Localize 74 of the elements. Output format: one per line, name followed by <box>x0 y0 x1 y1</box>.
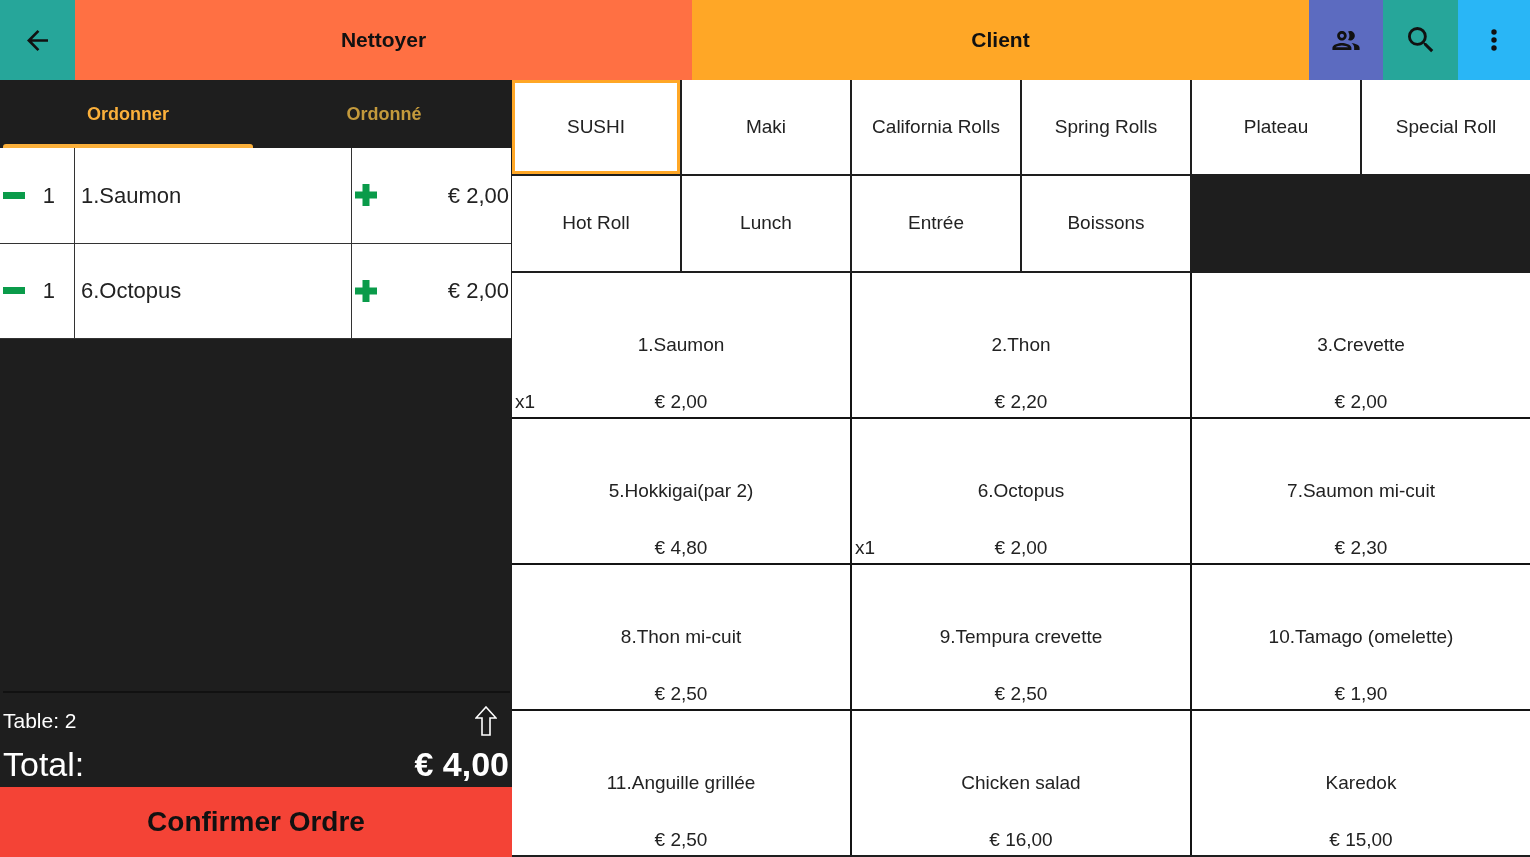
item-name: 6.Octopus <box>81 277 182 306</box>
back-arrow-icon <box>27 29 48 51</box>
product-price: € 2,00 <box>654 389 708 414</box>
customers-button[interactable] <box>1309 0 1383 80</box>
product-tile[interactable]: Karedok € 15,00 <box>1192 711 1530 855</box>
category-button[interactable]: Entrée <box>852 176 1020 271</box>
product-price: € 2,50 <box>654 681 708 706</box>
product-tile[interactable]: 5.Hokkigai(par 2) € 4,80 <box>512 419 850 563</box>
order-tab[interactable]: Ordonné <box>256 80 512 148</box>
plus-icon[interactable] <box>355 184 377 207</box>
minus-icon[interactable] <box>3 287 25 295</box>
minus-icon[interactable] <box>3 191 25 199</box>
product-tile[interactable]: 6.Octopus x1 € 2,00 <box>852 419 1190 563</box>
search-icon <box>1407 27 1434 53</box>
table-number: Table: 2 <box>3 708 77 735</box>
category-button[interactable]: SUSHI <box>512 80 680 174</box>
product-name: 10.Tamago (omelette) <box>1268 624 1454 649</box>
plus-icon[interactable] <box>355 279 377 302</box>
category-button[interactable]: Plateau <box>1192 80 1360 174</box>
product-price: € 2,30 <box>1334 535 1388 560</box>
product-tile[interactable]: 8.Thon mi-cuit € 2,50 <box>512 565 850 709</box>
category-button[interactable]: Spring Rolls <box>1022 80 1190 174</box>
product-price: € 2,20 <box>994 389 1048 414</box>
up-arrow-icon[interactable] <box>475 706 497 736</box>
product-name: 8.Thon mi-cuit <box>620 624 742 649</box>
category-button[interactable]: Lunch <box>682 176 850 271</box>
product-tile[interactable]: 7.Saumon mi-cuit € 2,30 <box>1192 419 1530 563</box>
product-name: 6.Octopus <box>977 478 1065 503</box>
product-tile[interactable]: 3.Crevette € 2,00 <box>1192 273 1530 417</box>
product-tile[interactable]: 9.Tempura crevette € 2,50 <box>852 565 1190 709</box>
category-button[interactable]: Hot Roll <box>512 176 680 271</box>
total-label: Total: <box>3 743 85 785</box>
product-name: 2.Thon <box>991 332 1051 357</box>
product-name: 9.Tempura crevette <box>939 624 1103 649</box>
product-price: € 1,90 <box>1334 681 1388 706</box>
confirm-order-button[interactable]: Confirmer Ordre <box>0 787 512 857</box>
quantity-text: 1 <box>42 181 55 210</box>
product-name: Karedok <box>1325 770 1397 795</box>
search-button[interactable] <box>1383 0 1458 80</box>
product-tile[interactable]: 10.Tamago (omelette) € 1,90 <box>1192 565 1530 709</box>
product-price: € 2,00 <box>994 535 1048 560</box>
ordered-count: x1 <box>854 535 876 560</box>
category-button[interactable]: Special Roll <box>1362 80 1530 174</box>
more-options-icon <box>1491 29 1497 51</box>
back-button[interactable] <box>0 0 75 80</box>
product-price: € 15,00 <box>1329 827 1393 852</box>
item-name: 1.Saumon <box>81 181 182 210</box>
total-amount: € 4,00 <box>414 743 509 785</box>
category-button[interactable]: Boissons <box>1022 176 1190 271</box>
product-tile[interactable]: 1.Saumon x1 € 2,00 <box>512 273 850 417</box>
product-price: € 2,00 <box>1334 389 1388 414</box>
product-name: 7.Saumon mi-cuit <box>1287 478 1435 503</box>
people-icon <box>1331 30 1361 50</box>
product-tile[interactable]: Chicken salad € 16,00 <box>852 711 1190 855</box>
category-button[interactable]: California Rolls <box>852 80 1020 174</box>
order-tab[interactable]: Ordonner <box>0 80 256 148</box>
product-name: 11.Anguille grillée <box>606 770 756 795</box>
client-button[interactable]: Client <box>692 0 1309 80</box>
quantity-text: 1 <box>42 277 55 306</box>
category-button[interactable]: Maki <box>682 80 850 174</box>
clear-button[interactable]: Nettoyer <box>75 0 692 80</box>
product-tile[interactable]: 11.Anguille grillée € 2,50 <box>512 711 850 855</box>
product-price: € 16,00 <box>989 827 1053 852</box>
product-price: € 2,50 <box>994 681 1048 706</box>
product-tile[interactable]: 2.Thon € 2,20 <box>852 273 1190 417</box>
item-price: € 2,00 <box>447 181 509 210</box>
product-price: € 2,50 <box>654 827 708 852</box>
product-name: Chicken salad <box>961 770 1081 795</box>
product-name: 3.Crevette <box>1317 332 1405 357</box>
product-name: 5.Hokkigai(par 2) <box>608 478 754 503</box>
product-price: € 4,80 <box>654 535 708 560</box>
product-name: 1.Saumon <box>637 332 725 357</box>
ordered-count: x1 <box>514 389 536 414</box>
item-price: € 2,00 <box>447 277 509 306</box>
